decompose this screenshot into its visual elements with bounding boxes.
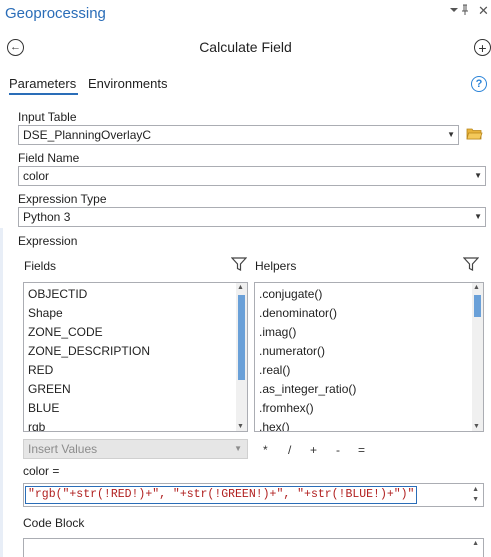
target-field-label: color =: [23, 464, 60, 478]
code-block-label: Code Block: [23, 516, 85, 530]
expression-type-dropdown[interactable]: Python 3 ▼: [18, 207, 486, 227]
field-item[interactable]: BLUE: [28, 401, 59, 415]
helper-item[interactable]: .as_integer_ratio(): [259, 382, 356, 396]
operator-subtract[interactable]: -: [336, 443, 340, 457]
pin-icon[interactable]: [449, 4, 473, 19]
expression-input[interactable]: "rgb("+str(!RED!)+", "+str(!GREEN!)+", "…: [23, 483, 484, 507]
helpers-scrollbar[interactable]: ▲ ▼: [472, 283, 483, 431]
scroll-down-icon[interactable]: ▼: [237, 423, 244, 430]
helper-item[interactable]: .fromhex(): [259, 401, 314, 415]
operator-divide[interactable]: /: [288, 443, 291, 457]
scroll-thumb[interactable]: [474, 295, 481, 317]
insert-values-dropdown[interactable]: Insert Values ▼: [23, 439, 248, 459]
active-tab-indicator: [9, 93, 78, 95]
input-table-label: Input Table: [18, 110, 77, 124]
helper-item[interactable]: .hex(): [259, 420, 290, 431]
close-icon[interactable]: ✕: [478, 3, 489, 19]
field-item[interactable]: Shape: [28, 306, 63, 320]
input-table-dropdown[interactable]: DSE_PlanningOverlayC ▼: [18, 125, 459, 145]
field-item[interactable]: OBJECTID: [28, 287, 87, 301]
folder-icon[interactable]: [466, 127, 483, 140]
helpers-label: Helpers: [255, 259, 297, 273]
add-button[interactable]: +: [474, 39, 491, 56]
helper-item[interactable]: .conjugate(): [259, 287, 322, 301]
help-icon[interactable]: ?: [471, 76, 487, 92]
helper-item[interactable]: .real(): [259, 363, 290, 377]
scroll-up-icon[interactable]: ▲: [472, 540, 479, 547]
expression-type-label: Expression Type: [18, 192, 107, 206]
fields-list[interactable]: OBJECTID Shape ZONE_CODE ZONE_DESCRIPTIO…: [23, 282, 248, 432]
expression-label: Expression: [18, 234, 78, 248]
scroll-down-icon[interactable]: ▼: [473, 423, 480, 430]
chevron-down-icon: ▼: [234, 444, 242, 453]
back-arrow-icon: ←: [10, 41, 21, 53]
tab-parameters[interactable]: Parameters: [9, 76, 76, 91]
scroll-up-icon[interactable]: ▲: [473, 284, 480, 291]
insert-values-label: Insert Values: [28, 442, 98, 456]
expression-group-accent: [0, 228, 3, 557]
helpers-filter-icon[interactable]: [462, 256, 480, 272]
expression-type-value: Python 3: [23, 210, 71, 224]
chevron-down-icon: ▼: [474, 171, 482, 180]
expression-scroll[interactable]: ▲ ▼: [472, 485, 479, 505]
tab-environments[interactable]: Environments: [88, 76, 167, 91]
tool-title: Calculate Field: [199, 39, 292, 55]
field-name-dropdown[interactable]: color ▼: [18, 166, 486, 186]
field-name-label: Field Name: [18, 151, 80, 165]
operator-equals[interactable]: =: [358, 443, 365, 457]
helper-item[interactable]: .denominator(): [259, 306, 337, 320]
scroll-thumb[interactable]: [238, 295, 245, 380]
fields-label: Fields: [24, 259, 57, 273]
expression-text[interactable]: "rgb("+str(!RED!)+", "+str(!GREEN!)+", "…: [25, 486, 418, 504]
chevron-down-icon: ▼: [474, 212, 482, 221]
chevron-down-icon: ▼: [447, 130, 455, 139]
input-table-value: DSE_PlanningOverlayC: [23, 128, 152, 142]
operator-add[interactable]: +: [310, 443, 317, 457]
field-item[interactable]: GREEN: [28, 382, 71, 396]
field-name-value: color: [23, 169, 50, 183]
helpers-list[interactable]: .conjugate() .denominator() .imag() .num…: [254, 282, 484, 432]
field-item[interactable]: ZONE_DESCRIPTION: [28, 344, 150, 358]
pane-title: Geoprocessing: [5, 5, 106, 22]
field-item[interactable]: ZONE_CODE: [28, 325, 103, 339]
plus-icon: +: [478, 39, 487, 56]
code-block-input[interactable]: ▲: [23, 538, 484, 557]
field-item[interactable]: RED: [28, 363, 53, 377]
back-button[interactable]: ←: [7, 39, 24, 56]
field-item[interactable]: rgb: [28, 420, 45, 431]
scroll-up-icon[interactable]: ▲: [237, 284, 244, 291]
operator-multiply[interactable]: *: [263, 443, 268, 457]
fields-filter-icon[interactable]: [230, 256, 248, 272]
helper-item[interactable]: .imag(): [259, 325, 296, 339]
fields-scrollbar[interactable]: ▲ ▼: [236, 283, 247, 431]
helper-item[interactable]: .numerator(): [259, 344, 325, 358]
